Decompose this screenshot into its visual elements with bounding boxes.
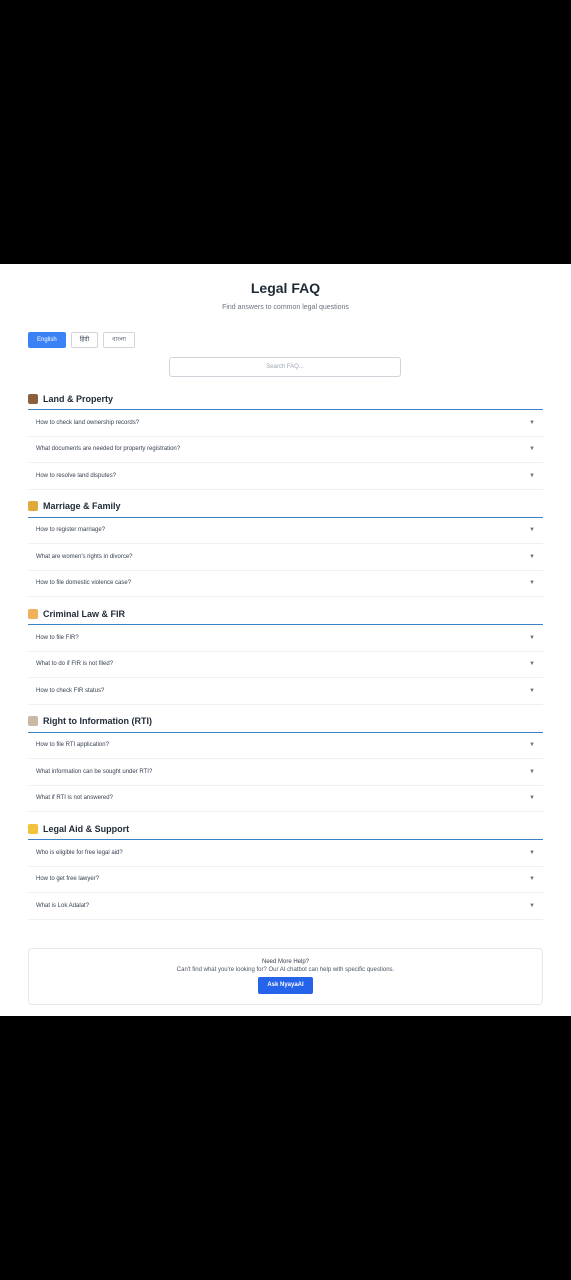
faq-question: What are women's rights in divorce? — [36, 553, 133, 560]
faq-question: What to do if FIR is not filed? — [36, 661, 114, 668]
faq-sections: Land & Property How to check land owners… — [28, 388, 543, 926]
lang-button-english[interactable]: English — [28, 332, 66, 348]
chevron-down-icon: ▼ — [529, 876, 535, 883]
faq-question: How to file FIR? — [36, 634, 79, 641]
chevron-down-icon: ▼ — [529, 553, 535, 560]
faq-section-criminal-law: Criminal Law & FIR How to file FIR? ▼ Wh… — [28, 603, 543, 705]
section-title: Criminal Law & FIR — [43, 608, 126, 619]
faq-question: How to resolve land disputes? — [36, 472, 117, 479]
faq-question: How to check land ownership records? — [36, 419, 140, 426]
chevron-down-icon: ▼ — [529, 634, 535, 641]
chevron-down-icon: ▼ — [529, 527, 535, 534]
help-box: Need More Help? Can't find what you're l… — [28, 948, 543, 1005]
faq-question: Who is eligible for free legal aid? — [36, 849, 123, 856]
faq-question-row[interactable]: What if RTI is not answered? ▼ — [28, 786, 543, 812]
section-title: Legal Aid & Support — [43, 823, 130, 834]
section-header[interactable]: Land & Property — [28, 388, 543, 410]
faq-page: Legal FAQ Find answers to common legal q… — [0, 264, 571, 1016]
faq-question: How to check FIR status? — [36, 687, 105, 694]
faq-question: What documents are needed for property r… — [36, 446, 181, 453]
faq-question-row[interactable]: How to check land ownership records? ▼ — [28, 410, 543, 437]
police-icon — [28, 608, 38, 619]
faq-question-row[interactable]: How to get free lawyer? ▼ — [28, 867, 543, 893]
page-title: Legal FAQ — [250, 280, 321, 296]
chevron-down-icon: ▼ — [529, 419, 535, 426]
section-header[interactable]: Right to Information (RTI) — [28, 711, 543, 733]
chevron-down-icon: ▼ — [529, 902, 535, 909]
section-title: Right to Information (RTI) — [43, 716, 152, 726]
faq-question-row[interactable]: What are women's rights in divorce? ▼ — [28, 544, 543, 571]
family-icon — [28, 501, 38, 511]
handshake-icon — [28, 823, 38, 834]
faq-question-row[interactable]: How to check FIR status? ▼ — [28, 678, 543, 705]
chevron-down-icon: ▼ — [529, 849, 535, 856]
faq-question-row[interactable]: How to file FIR? ▼ — [28, 625, 543, 652]
faq-question: How to file RTI application? — [36, 742, 109, 749]
section-title: Land & Property — [43, 393, 114, 404]
faq-question-row[interactable]: Who is eligible for free legal aid? ▼ — [28, 840, 543, 867]
faq-question-row[interactable]: How to file RTI application? ▼ — [28, 733, 543, 759]
section-header[interactable]: Legal Aid & Support — [28, 818, 543, 840]
faq-question-row[interactable]: What to do if FIR is not filed? ▼ — [28, 652, 543, 678]
chevron-down-icon: ▼ — [529, 661, 535, 668]
section-header[interactable]: Marriage & Family — [28, 496, 543, 518]
faq-question-row[interactable]: What information can be sought under RTI… — [28, 759, 543, 786]
lang-button-hindi[interactable]: हिंदी — [70, 332, 99, 348]
document-icon — [28, 716, 38, 726]
faq-question: How to get free lawyer? — [36, 876, 100, 883]
house-icon — [28, 393, 38, 404]
faq-question: How to file domestic violence case? — [36, 580, 132, 587]
faq-section-legal-aid: Legal Aid & Support Who is eligible for … — [28, 818, 543, 920]
chevron-down-icon: ▼ — [529, 768, 535, 775]
help-text: Can't find what you're looking for? Our … — [176, 967, 395, 973]
faq-section-rti: Right to Information (RTI) How to file R… — [28, 711, 543, 812]
faq-section-land-property: Land & Property How to check land owners… — [28, 388, 543, 490]
lang-button-bengali[interactable]: বাংলা — [103, 332, 136, 348]
section-title: Marriage & Family — [43, 501, 121, 511]
language-switcher: English हिंदी বাংলা — [28, 332, 136, 348]
chevron-down-icon: ▼ — [529, 742, 535, 749]
faq-section-marriage-family: Marriage & Family How to register marria… — [28, 496, 543, 597]
faq-question-row[interactable]: How to file domestic violence case? ▼ — [28, 571, 543, 597]
search-input[interactable]: Search FAQ... — [169, 357, 401, 377]
chevron-down-icon: ▼ — [529, 687, 535, 694]
faq-question-row[interactable]: What documents are needed for property r… — [28, 437, 543, 463]
faq-question-row[interactable]: How to register marriage? ▼ — [28, 518, 543, 544]
chevron-down-icon: ▼ — [529, 446, 535, 453]
ask-ai-button[interactable]: Ask NyayaAI — [258, 977, 313, 994]
section-header[interactable]: Criminal Law & FIR — [28, 603, 543, 625]
faq-question: What information can be sought under RTI… — [36, 768, 153, 775]
page-subtitle: Find answers to common legal questions — [222, 304, 349, 311]
chevron-down-icon: ▼ — [529, 472, 535, 479]
faq-question: What is Lok Adalat? — [36, 902, 90, 909]
help-title: Need More Help? — [261, 959, 310, 965]
faq-question-row[interactable]: What is Lok Adalat? ▼ — [28, 893, 543, 920]
faq-question: What if RTI is not answered? — [36, 795, 113, 802]
chevron-down-icon: ▼ — [529, 795, 535, 802]
chevron-down-icon: ▼ — [529, 580, 535, 587]
faq-question-row[interactable]: How to resolve land disputes? ▼ — [28, 463, 543, 490]
faq-question: How to register marriage? — [36, 527, 106, 534]
